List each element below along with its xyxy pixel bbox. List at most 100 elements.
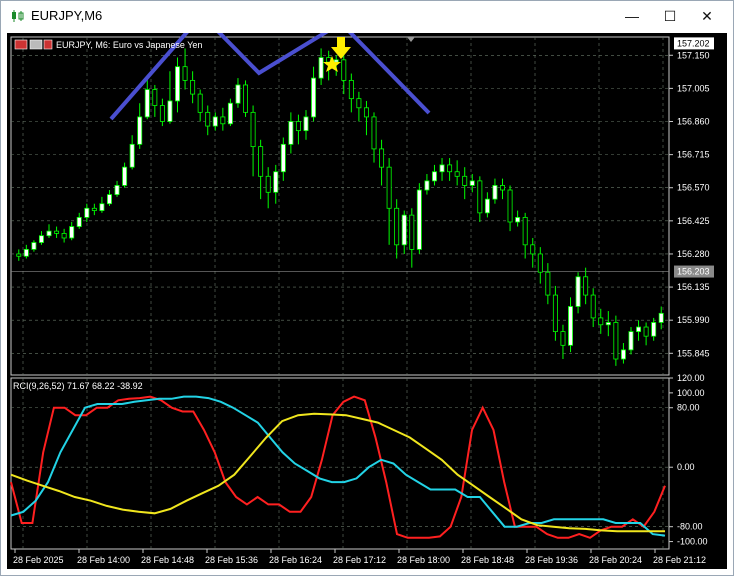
chart-shift-marker [407, 37, 415, 42]
candle-body [46, 230, 52, 237]
candle-body [515, 217, 521, 223]
candle-body [492, 185, 498, 200]
rci-axis-label: -80.00 [677, 522, 703, 532]
candle-body [522, 217, 528, 246]
price-axis-label: 156.860 [677, 117, 710, 127]
candle-body [220, 116, 226, 125]
candle-body [658, 312, 664, 323]
candle-body [144, 89, 150, 118]
candlestick-app-icon [12, 10, 24, 22]
candle-body [416, 189, 422, 250]
rci-mid-line [10, 395, 666, 537]
candle-body [31, 242, 37, 250]
candle-body [401, 214, 407, 246]
time-axis-label: 28 Feb 18:48 [461, 555, 514, 565]
candle-body [76, 217, 82, 227]
candle-body [23, 248, 29, 257]
candle-body [106, 194, 112, 205]
candle-body [265, 175, 271, 193]
candle-body [190, 79, 196, 95]
candle-body [273, 171, 279, 193]
candle-body [311, 77, 317, 118]
time-axis-label: 28 Feb 19:36 [525, 555, 578, 565]
candle-body [537, 253, 543, 273]
candle-body [303, 116, 309, 132]
candle-body [318, 57, 324, 79]
candle-body [114, 185, 120, 195]
candle-body [552, 294, 558, 333]
candle-body [605, 322, 611, 326]
candle-body [431, 171, 437, 182]
candle-body [356, 98, 362, 109]
candle-body [394, 207, 400, 246]
time-axis-label: 28 Feb 20:24 [589, 555, 642, 565]
candle-body [235, 84, 241, 104]
star-signal-icon [323, 56, 341, 72]
candle-body [197, 93, 203, 113]
maximize-button[interactable]: ☐ [654, 3, 686, 29]
candle-body [545, 271, 551, 296]
candle-body [258, 146, 264, 177]
candle-body [137, 116, 143, 145]
candle-body [227, 102, 233, 125]
candle-body [205, 111, 211, 127]
time-axis-label: 28 Feb 17:12 [333, 555, 386, 565]
bid-price-label: 156.203 [677, 267, 710, 277]
candle-body [333, 59, 339, 63]
sell-arrow-icon [331, 37, 351, 59]
minimize-button[interactable]: — [616, 3, 648, 29]
rci-axis-label: -100.00 [677, 537, 708, 547]
candle-body [484, 198, 490, 214]
symbol-label-group: EURJPY, M6: Euro vs Japanese Yen [14, 39, 202, 50]
candle-body [99, 203, 105, 211]
candle-body [159, 105, 165, 122]
candle-body [69, 226, 75, 239]
candle-body [613, 322, 619, 360]
candle-body [409, 214, 415, 250]
candle-body [129, 143, 135, 168]
candle-body [469, 180, 475, 186]
candle-body [61, 233, 67, 239]
candle-body [212, 116, 218, 127]
price-axis-label: 156.135 [677, 282, 710, 292]
price-axis-label: 157.150 [677, 50, 710, 60]
candle-body [575, 276, 581, 307]
window-titlebar[interactable]: EURJPY,M6 — ☐ ✕ [1, 1, 733, 31]
price-axis-label: 156.280 [677, 249, 710, 259]
candle-body [295, 121, 301, 132]
candle-body [590, 294, 596, 319]
candle-body [636, 326, 642, 333]
candle-body [583, 276, 589, 296]
candle-body [560, 331, 566, 346]
candle-body [348, 79, 354, 100]
indicator-label: RCI(9,26,52) 71.67 68.22 -38.92 [13, 381, 143, 391]
candle-body [643, 326, 649, 337]
rci-axis-label: 100.00 [677, 388, 705, 398]
close-button[interactable]: ✕ [691, 3, 723, 29]
current-price-label: 157.202 [677, 38, 710, 48]
price-axis-label: 157.005 [677, 83, 710, 93]
candle-body [500, 185, 505, 191]
candle-body [620, 349, 626, 360]
candle-body [288, 121, 294, 145]
rci-long-line [10, 412, 665, 533]
time-axis-label: 28 Feb 15:36 [205, 555, 258, 565]
candle-body [379, 148, 385, 168]
time-axis-label: 28 Feb 14:00 [77, 555, 130, 565]
candle-body [628, 331, 634, 351]
candle-body [84, 207, 90, 218]
candle-body [371, 116, 377, 150]
chart-area[interactable]: 157.150 157.005 156.860 156.715 156.570 156.4… [7, 12, 727, 569]
terminal-chart-window: EURJPY,M6 — ☐ ✕ 157.150 157.005 156.860 156… [0, 0, 734, 576]
candle-body [152, 89, 158, 106]
candle-body [54, 230, 60, 234]
candle-body [363, 107, 369, 118]
symbol-description: EURJPY, M6: Euro vs Japanese Yen [56, 40, 202, 50]
candle-body [122, 166, 128, 186]
candle-body [280, 143, 286, 173]
candle-body [38, 235, 44, 243]
chart-canvas[interactable]: 157.150 157.005 156.860 156.715 156.570 156.4… [7, 12, 727, 569]
rci-axis-label: 120.00 [677, 373, 705, 383]
time-axis-label: 28 Feb 18:00 [397, 555, 450, 565]
candle-body [462, 175, 468, 186]
